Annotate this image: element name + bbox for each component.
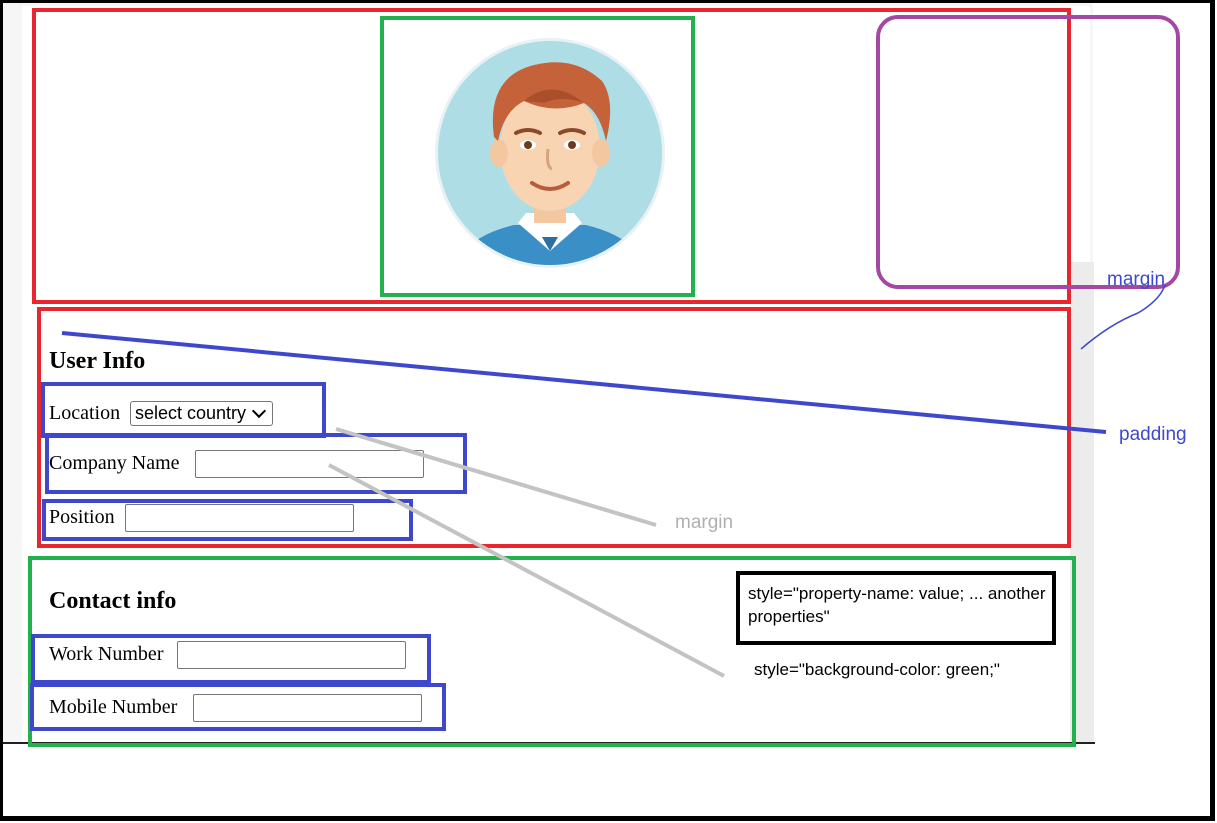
user-avatar-icon [435,38,665,268]
mobile-number-label: Mobile Number [49,696,178,718]
user-info-heading: User Info [49,348,146,374]
work-number-label: Work Number [49,643,164,665]
location-label: Location [49,402,121,424]
company-name-label: Company Name [49,452,180,474]
country-select-value: select country [135,403,247,423]
chevron-down-icon [251,403,267,419]
mobile-number-input[interactable] [193,694,422,722]
position-input[interactable] [125,504,354,532]
margin-illustration-box [876,15,1180,289]
work-number-input[interactable] [177,641,406,669]
position-label: Position [49,506,115,528]
style-example-text: style="background-color: green;" [754,660,1000,679]
company-name-input[interactable] [195,450,424,478]
contact-info-heading: Contact info [49,588,177,614]
country-select[interactable]: select country [130,401,273,426]
style-syntax-text: style="property-name: value; ... another… [748,584,1046,626]
margin-annotation-gray: margin [675,512,734,533]
margin-annotation-top: margin [1107,269,1166,290]
padding-annotation: padding [1119,424,1187,445]
